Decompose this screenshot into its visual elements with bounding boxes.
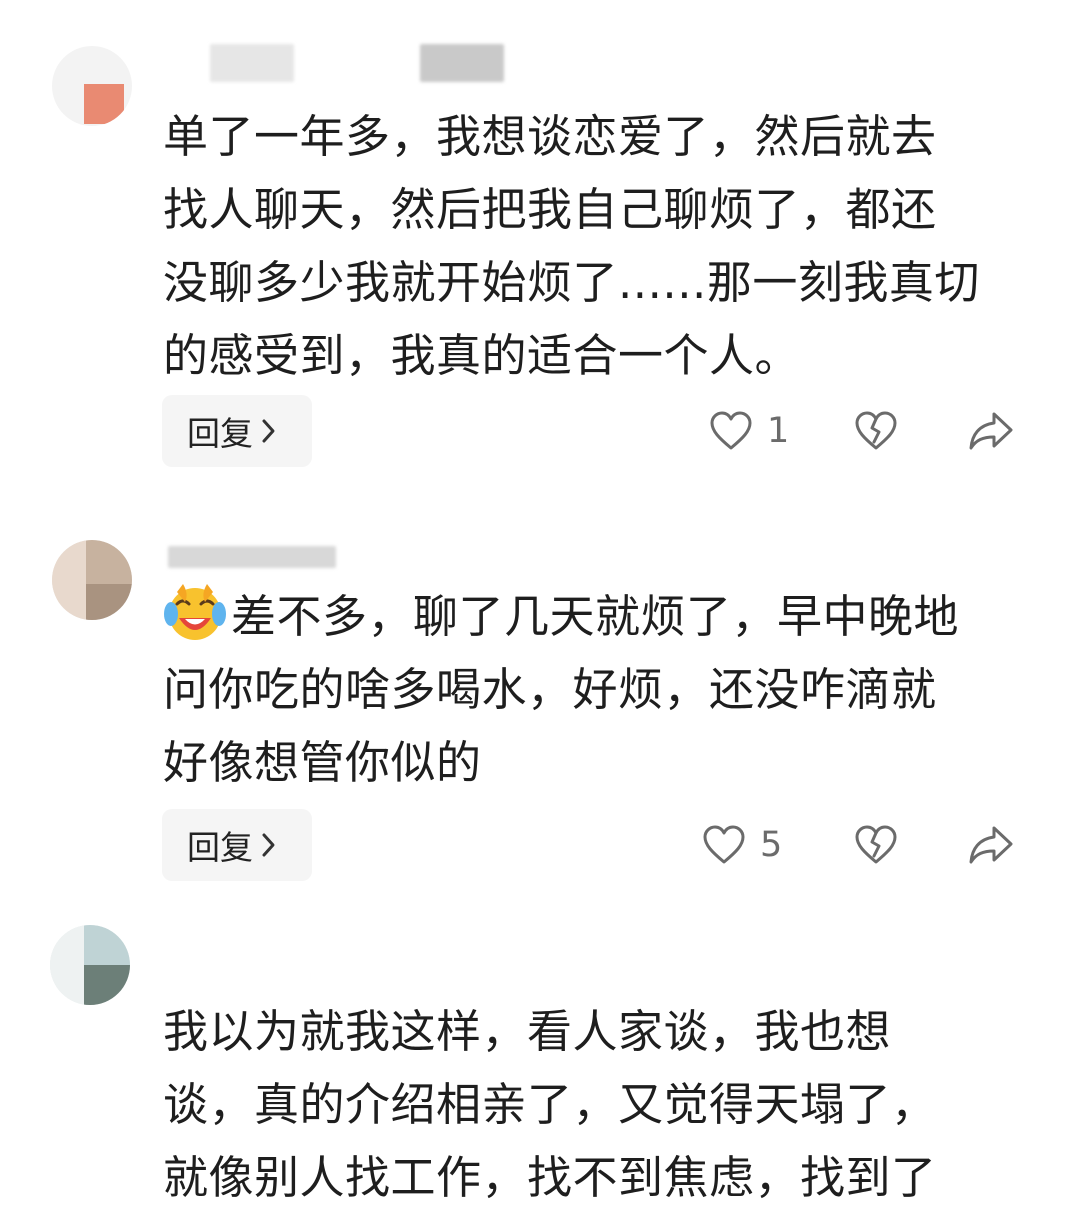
reply-label: 回复 [187, 414, 253, 453]
dislike-button[interactable] [854, 824, 898, 866]
comment-text: 差不多，聊了几天就烦了，早中晚地 问你吃的啥多喝水，好烦，还没咋滴就 好像想管你… [163, 580, 1013, 799]
broken-heart-icon [855, 825, 897, 864]
heart-outline-icon [710, 411, 752, 450]
like-button[interactable]: 1 [709, 410, 789, 452]
user-meta-blurred [420, 44, 504, 82]
like-count: 1 [767, 411, 790, 451]
avatar[interactable] [50, 925, 130, 1005]
chevron-right-icon [262, 833, 275, 857]
username-blurred[interactable] [210, 44, 294, 82]
comment-text: 我以为就我这样，看人家谈，我也想 谈，真的介绍相亲了，又觉得天塌了， 就像别人找… [163, 1005, 937, 1204]
reply-button[interactable]: 回复 [162, 395, 312, 467]
share-arrow-icon [969, 412, 1013, 450]
like-count: 5 [760, 825, 783, 865]
username-blurred[interactable] [168, 546, 336, 568]
share-arrow-icon [969, 826, 1013, 864]
dislike-button[interactable] [854, 410, 898, 452]
avatar[interactable] [52, 46, 132, 126]
comment-body: 差不多，聊了几天就烦了，早中晚地 问你吃的啥多喝水，好烦，还没咋滴就 好像想管你… [163, 590, 960, 789]
avatar[interactable] [52, 540, 132, 620]
broken-heart-icon [855, 411, 897, 450]
laughing-crying-emoji [164, 584, 226, 640]
share-button[interactable] [968, 824, 1014, 866]
heart-outline-icon [703, 825, 745, 864]
share-button[interactable] [968, 410, 1014, 452]
reply-label: 回复 [187, 828, 253, 867]
comment-text: 单了一年多，我想谈恋爱了，然后就去 找人聊天，然后把我自己聊烦了，都还 没聊多少… [163, 110, 980, 382]
reply-button[interactable]: 回复 [162, 809, 312, 881]
chevron-right-icon [262, 419, 275, 443]
like-button[interactable]: 5 [702, 824, 782, 866]
